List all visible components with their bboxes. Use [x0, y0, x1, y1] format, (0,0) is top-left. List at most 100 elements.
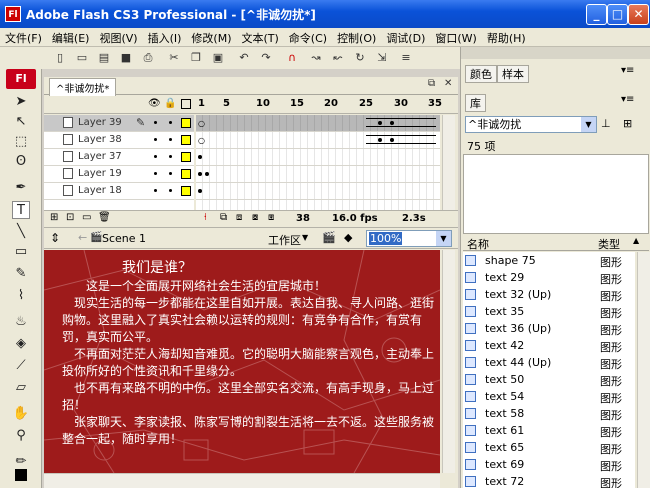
column-name[interactable]: 名称 — [467, 236, 489, 252]
tab-color[interactable]: 颜色 — [465, 65, 497, 83]
edit-multiple-icon[interactable]: ⧇ — [252, 212, 258, 223]
straighten-icon[interactable]: ↜ — [330, 50, 346, 66]
library-scrollbar[interactable] — [637, 252, 650, 488]
frame-row[interactable]: ○ — [196, 115, 440, 132]
list-item[interactable]: text 42 图形 — [463, 337, 635, 354]
timeline-scrollbar[interactable] — [442, 115, 455, 210]
edit-scene-icon[interactable]: 🎬 — [322, 231, 336, 244]
lock-dot[interactable] — [169, 172, 172, 175]
eye-icon[interactable]: 👁 — [148, 98, 161, 109]
library-dropdown-icon[interactable]: ▼ — [581, 117, 596, 132]
fill-color-swatch[interactable] — [15, 469, 27, 481]
tween-span[interactable] — [366, 118, 436, 127]
save-icon[interactable]: ■ — [118, 50, 134, 66]
restore-doc-icon[interactable]: ⧉ — [428, 78, 435, 89]
menu-text[interactable]: 文本(T) — [236, 28, 283, 48]
layer-row[interactable]: Layer 38 — [44, 132, 194, 149]
menu-insert[interactable]: 插入(I) — [143, 28, 187, 48]
cut-icon[interactable]: ✂ — [166, 50, 182, 66]
print-icon[interactable]: ⎙ — [140, 50, 156, 66]
menu-commands[interactable]: 命令(C) — [284, 28, 332, 48]
visible-dot[interactable] — [154, 172, 157, 175]
outline-color-swatch[interactable] — [181, 152, 191, 162]
text-tool-icon[interactable]: T — [12, 201, 30, 219]
list-item[interactable]: text 54 图形 — [463, 388, 635, 405]
list-item[interactable]: text 69 图形 — [463, 456, 635, 473]
smooth-icon[interactable]: ↝ — [308, 50, 324, 66]
outline-color-swatch[interactable] — [181, 186, 191, 196]
menu-window[interactable]: 窗口(W) — [430, 28, 481, 48]
list-item[interactable]: text 36 (Up) 图形 — [463, 320, 635, 337]
bridge-icon[interactable]: ▤ — [96, 50, 112, 66]
undo-icon[interactable]: ↶ — [236, 50, 252, 66]
list-item[interactable]: text 32 (Up) 图形 — [463, 286, 635, 303]
menu-file[interactable]: 文件(F) — [0, 28, 47, 48]
outline-color-swatch[interactable] — [181, 169, 191, 179]
layer-row[interactable]: Layer 39 ✎ — [44, 115, 194, 132]
keyframe[interactable] — [390, 121, 394, 125]
new-file-icon[interactable]: ▯ — [52, 50, 68, 66]
list-item[interactable]: text 44 (Up) 图形 — [463, 354, 635, 371]
tween-span[interactable] — [366, 135, 436, 144]
outline-color-swatch[interactable] — [181, 135, 191, 145]
scene-label[interactable]: Scene 1 — [102, 232, 146, 245]
zoom-value[interactable]: 100% — [369, 232, 403, 245]
keyframe[interactable] — [198, 155, 202, 159]
column-type[interactable]: 类型 — [598, 236, 620, 252]
menu-help[interactable]: 帮助(H) — [482, 28, 531, 48]
pin-library-icon[interactable]: ⊥ — [601, 117, 611, 130]
new-library-panel-icon[interactable]: ⊞ — [623, 117, 632, 130]
frame-row[interactable] — [196, 166, 440, 183]
subselection-tool-icon[interactable]: ↖ — [12, 113, 30, 131]
edit-symbol-icon[interactable]: ◆ — [344, 231, 352, 244]
lock-icon[interactable]: 🔒 — [164, 98, 176, 109]
maximize-button[interactable]: □ — [607, 4, 628, 25]
delete-layer-icon[interactable]: 🗑 — [98, 212, 111, 223]
frame-row[interactable] — [196, 149, 440, 166]
tab-library[interactable]: 库 — [465, 94, 486, 112]
close-doc-icon[interactable]: ✕ — [444, 78, 452, 89]
onion-skin-icon[interactable]: ⧉ — [220, 212, 227, 223]
redo-icon[interactable]: ↷ — [258, 50, 274, 66]
free-transform-tool-icon[interactable]: ⬚ — [12, 133, 30, 151]
stage-text[interactable]: 我们是谁？ 这是一个全面展开网络社会生活的宜居城市！ 现实生活的每一步都能在这里… — [62, 260, 440, 448]
list-item[interactable]: text 58 图形 — [463, 405, 635, 422]
brush-tool-icon[interactable]: ⌇ — [12, 287, 30, 305]
keyframe[interactable] — [378, 121, 382, 125]
panel-menu-icon[interactable]: ▾≡ — [621, 65, 634, 76]
minimize-button[interactable]: _ — [586, 4, 607, 25]
sort-icon[interactable]: ▲ — [633, 236, 639, 245]
list-item[interactable]: shape 75 图形 — [463, 252, 635, 269]
snap-magnet-icon[interactable]: ∩ — [284, 50, 300, 66]
onion-outline-icon[interactable]: ⧈ — [236, 212, 242, 223]
stage[interactable]: 我们是谁？ 这是一个全面展开网络社会生活的宜居城市！ 现实生活的每一步都能在这里… — [44, 250, 440, 473]
stage-vertical-scrollbar[interactable] — [442, 250, 455, 473]
visible-dot[interactable] — [154, 121, 157, 124]
add-folder-icon[interactable]: ▭ — [82, 212, 91, 223]
keyframe[interactable] — [198, 172, 202, 176]
dock-handle[interactable] — [461, 47, 650, 59]
menu-control[interactable]: 控制(O) — [332, 28, 381, 48]
rotate-icon[interactable]: ↻ — [352, 50, 368, 66]
add-layer-icon[interactable]: ⊞ — [50, 212, 58, 223]
list-item[interactable]: text 72 图形 — [463, 473, 635, 488]
keyframe[interactable] — [205, 172, 209, 176]
list-item[interactable]: text 65 图形 — [463, 439, 635, 456]
layer-row[interactable]: Layer 18 — [44, 183, 194, 200]
keyframe[interactable] — [198, 189, 202, 193]
workarea-dropdown[interactable]: 工作区 — [268, 232, 301, 248]
outline-color-swatch[interactable] — [181, 118, 191, 128]
menu-modify[interactable]: 修改(M) — [186, 28, 236, 48]
list-item[interactable]: text 50 图形 — [463, 371, 635, 388]
empty-keyframe[interactable]: ○ — [198, 136, 205, 145]
keyframe[interactable] — [378, 138, 382, 142]
zoom-field[interactable]: 100% ▼ — [366, 230, 452, 247]
paste-icon[interactable]: ▣ — [210, 50, 226, 66]
workarea-chevron-icon[interactable]: ▼ — [302, 233, 308, 242]
pen-tool-icon[interactable]: ✒ — [12, 179, 30, 197]
close-button[interactable]: ✕ — [628, 4, 649, 25]
visible-dot[interactable] — [154, 189, 157, 192]
layer-row[interactable]: Layer 19 — [44, 166, 194, 183]
empty-keyframe[interactable]: ○ — [198, 119, 205, 128]
scale-icon[interactable]: ⇲ — [374, 50, 390, 66]
